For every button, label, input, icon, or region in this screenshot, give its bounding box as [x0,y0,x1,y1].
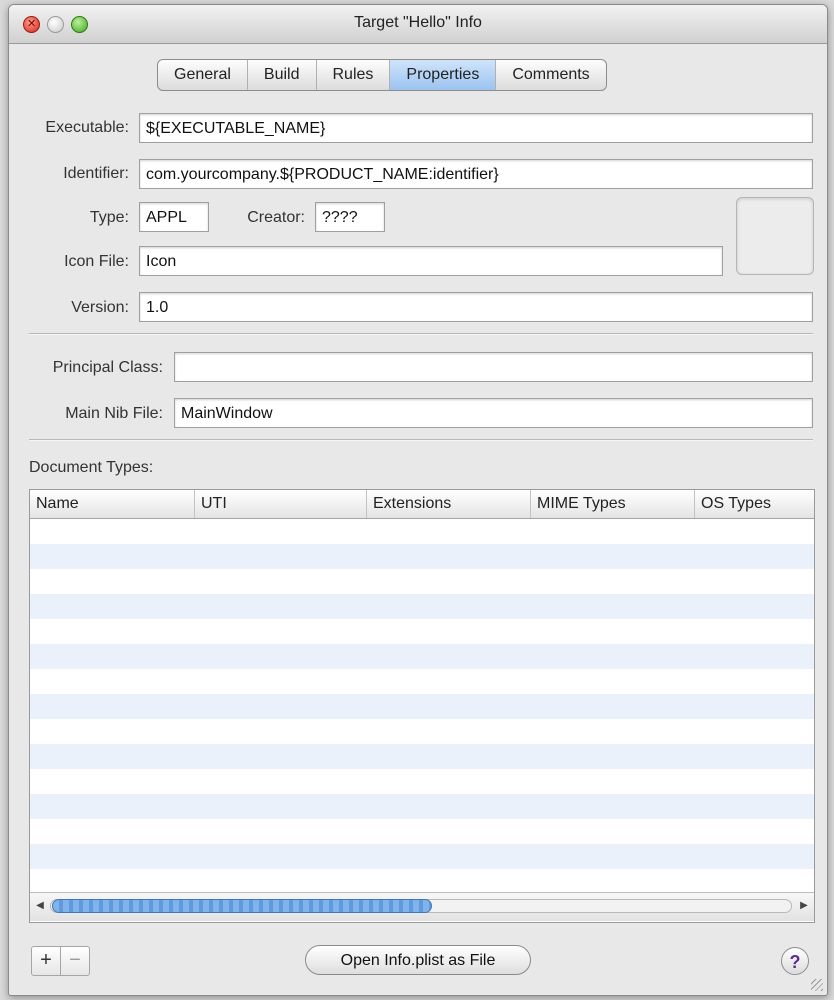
open-info-plist-button[interactable]: Open Info.plist as File [305,945,531,975]
table-row[interactable] [30,844,814,869]
tab-comments[interactable]: Comments [496,60,605,90]
creator-label: Creator: [247,209,305,226]
icon-file-field[interactable]: Icon [139,246,723,276]
table-header: Name UTI Extensions MIME Types OS Types [30,490,814,519]
table-row[interactable] [30,819,814,844]
icon-file-label: Icon File: [64,253,129,270]
tab-build[interactable]: Build [248,60,317,90]
title-bar[interactable]: ✕ Target "Hello" Info [9,5,827,44]
help-button[interactable]: ? [781,947,809,975]
column-header-mime-types[interactable]: MIME Types [531,490,695,518]
tab-rules[interactable]: Rules [317,60,391,90]
document-types-label: Document Types: [29,459,154,476]
scroll-right-arrow-icon[interactable]: ▶ [797,899,811,913]
target-info-window: ✕ Target "Hello" Info General Build Rule… [8,4,828,996]
table-row[interactable] [30,569,814,594]
identifier-field[interactable]: com.yourcompany.${PRODUCT_NAME:identifie… [139,159,813,189]
type-label: Type: [89,209,129,226]
section-divider [29,333,813,335]
add-document-type-button[interactable]: + [32,947,60,975]
column-header-name[interactable]: Name [30,490,195,518]
table-body [30,519,814,891]
scroll-left-arrow-icon[interactable]: ◀ [33,899,47,913]
tab-general[interactable]: General [158,60,248,90]
table-row[interactable] [30,644,814,669]
table-row[interactable] [30,719,814,744]
column-header-extensions[interactable]: Extensions [367,490,531,518]
table-row[interactable] [30,619,814,644]
add-remove-control: + − [31,946,90,976]
version-field[interactable]: 1.0 [139,292,813,322]
main-nib-file-field[interactable]: MainWindow [174,398,813,428]
table-row[interactable] [30,794,814,819]
table-row[interactable] [30,769,814,794]
resize-grip-icon[interactable] [811,979,823,991]
type-field[interactable]: APPL [139,202,209,232]
table-row[interactable] [30,694,814,719]
identifier-label: Identifier: [63,165,129,182]
table-row[interactable] [30,544,814,569]
table-row[interactable] [30,744,814,769]
table-row[interactable] [30,869,814,894]
scroll-thumb[interactable] [52,899,432,913]
tab-properties[interactable]: Properties [390,60,497,90]
executable-label: Executable: [45,119,129,136]
table-row[interactable] [30,594,814,619]
tab-bar: General Build Rules Properties Comments [157,59,607,91]
creator-field[interactable]: ???? [315,202,385,232]
column-header-os-types[interactable]: OS Types [695,490,814,518]
document-types-table[interactable]: Name UTI Extensions MIME Types OS Types … [29,489,815,923]
main-nib-file-label: Main Nib File: [65,405,163,422]
horizontal-scrollbar[interactable]: ◀ ▶ [30,892,814,921]
principal-class-field[interactable] [174,352,813,382]
section-divider [29,439,813,441]
table-row[interactable] [30,669,814,694]
principal-class-label: Principal Class: [52,359,163,376]
remove-document-type-button[interactable]: − [60,947,89,975]
icon-image-well[interactable] [736,197,814,275]
executable-field[interactable]: ${EXECUTABLE_NAME} [139,113,813,143]
table-row[interactable] [30,519,814,544]
window-title: Target "Hello" Info [354,14,482,31]
column-header-uti[interactable]: UTI [195,490,367,518]
version-label: Version: [71,299,129,316]
